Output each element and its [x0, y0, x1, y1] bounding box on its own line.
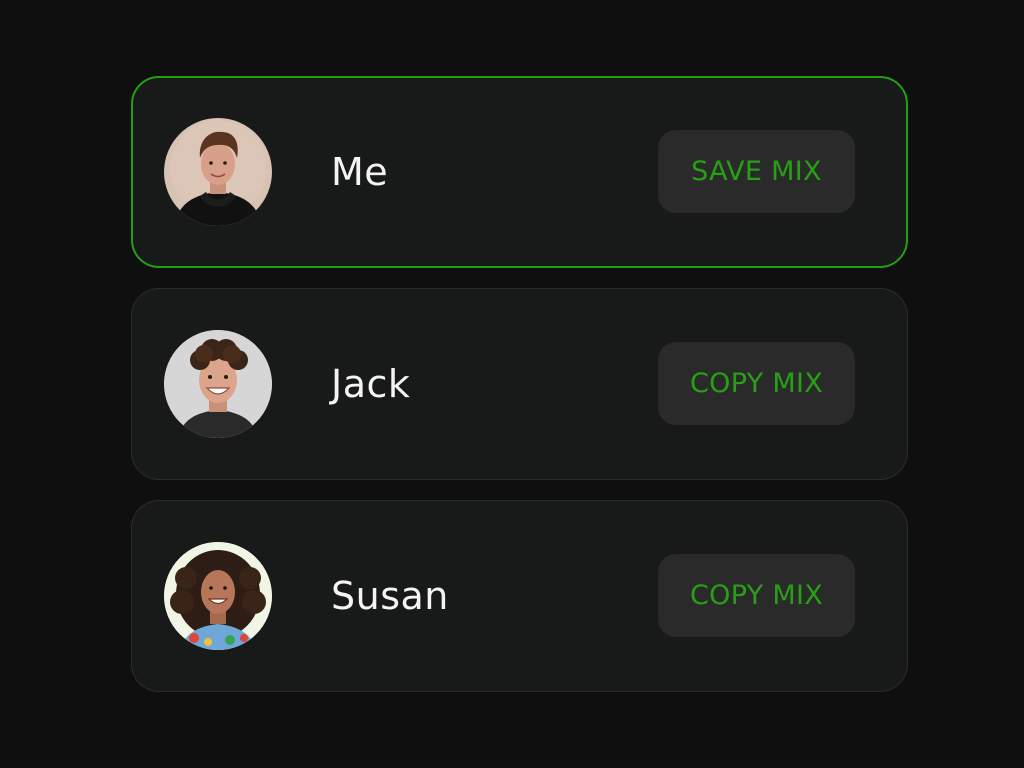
avatar-man-black-hoodie-icon: [164, 118, 272, 226]
user-name: Me: [331, 150, 389, 194]
avatar-jack: [164, 330, 272, 438]
copy-mix-button[interactable]: COPY MIX: [658, 554, 855, 637]
avatar-susan: [164, 542, 272, 650]
save-mix-button[interactable]: SAVE MIX: [658, 130, 855, 213]
user-card-jack[interactable]: Jack COPY MIX: [131, 288, 908, 480]
avatar-woman-curly-hair-icon: [164, 542, 272, 650]
user-card-susan[interactable]: Susan COPY MIX: [131, 500, 908, 692]
copy-mix-button[interactable]: COPY MIX: [658, 342, 855, 425]
user-card-me[interactable]: Me SAVE MIX: [131, 76, 908, 268]
avatar-me: [164, 118, 272, 226]
user-name: Jack: [331, 362, 411, 406]
avatar-man-curly-hair-icon: [164, 330, 272, 438]
user-name: Susan: [331, 574, 449, 618]
user-mix-list: Me SAVE MIX Jack COPY MIX Susan COPY MIX: [131, 76, 908, 712]
